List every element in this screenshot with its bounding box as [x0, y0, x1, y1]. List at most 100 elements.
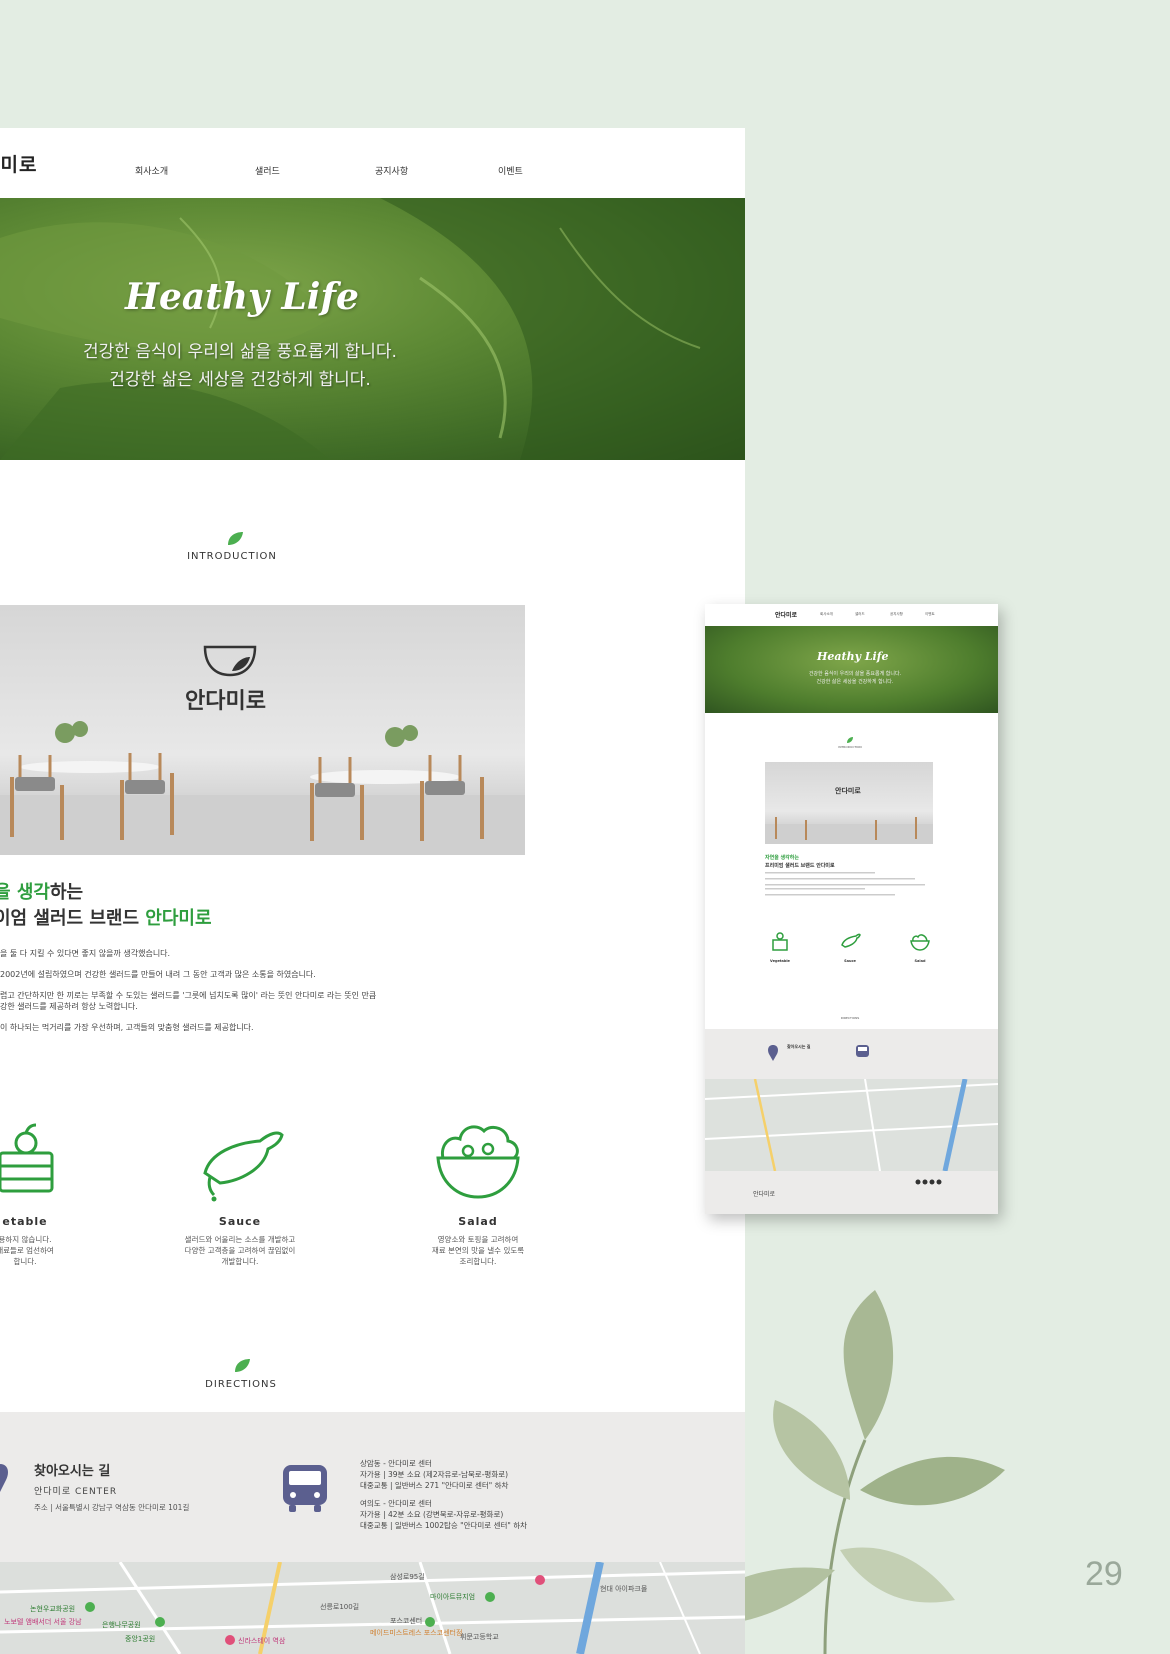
route-line: 자가용 | 39분 소요 (제2자유로-남북로-평화로) [360, 1470, 509, 1479]
intro-paragraph-3b: 강한 샐러드를 제공하려 항상 노력합니다. [0, 1002, 138, 1011]
directions-title: 찾아오시는 길 [34, 1464, 111, 1479]
social-icons[interactable] [915, 1179, 945, 1185]
small-hero-line: 건강한 삶은 세상을 건강하게 합니다. [816, 679, 894, 685]
small-intro-text-lines [765, 872, 925, 896]
vegetable-crate-icon [0, 1123, 54, 1193]
hero-banner: Heathy Life 건강한 음식이 우리의 삶을 풍요롭게 합니다. 건강한… [0, 198, 745, 460]
intro-paragraph-4: 이 하나되는 먹거리를 가장 우선하며, 고객들의 맞춤형 샐러드를 제공합니다… [0, 1023, 254, 1032]
desc-line: 다양한 고객층을 고려하여 끊임없이 [184, 1246, 296, 1255]
small-map[interactable] [705, 1079, 998, 1171]
bus-icon [856, 1045, 869, 1057]
route-yeouido: 여의도 - 안다미로 센터 자가용 | 42분 소요 (강변북로-자유로-평화로… [360, 1498, 527, 1531]
desc-line: 용하지 않습니다. [0, 1235, 52, 1244]
location-pin-icon [768, 1045, 778, 1061]
nav-item-company[interactable]: 회사소개 [135, 164, 168, 177]
map-label: 선릉로100길 [320, 1603, 360, 1611]
map-label: 마이아트뮤지엄 [430, 1593, 476, 1601]
nav-item-salad[interactable]: 샐러드 [255, 164, 280, 177]
top-nav: 다미로 회사소개 샐러드 공지사항 이벤트 [0, 128, 745, 198]
small-footer-logo: 안다미로 [753, 1191, 776, 1198]
map-label: 은행나무공원 [102, 1621, 141, 1629]
desc-line: 재료 본연의 맛을 낼수 있도록 [431, 1246, 525, 1255]
route-line: 자가용 | 42분 소요 (강변북로-자유로-평화로) [360, 1510, 504, 1519]
vegetable-crate-icon [772, 932, 788, 951]
bus-icon [283, 1465, 327, 1512]
small-hero-line: 건강한 음식이 우리의 삶을 풍요롭게 합니다. [808, 671, 902, 677]
small-nav-item[interactable]: 회사소개 [820, 612, 833, 617]
nav-item-notice[interactable]: 공지사항 [375, 164, 408, 177]
section-label-directions: DIRECTIONS [205, 1379, 277, 1390]
small-nav: 안다미로 회사소개 샐러드 공지사항 이벤트 [705, 604, 998, 626]
feature-name: Salad [458, 1215, 498, 1228]
intro-paragraph-1: 을 둘 다 지킬 수 있다면 좋지 않을까 생각했습니다. [0, 949, 171, 958]
leaf-icon [228, 532, 243, 545]
intro-paragraph-2: 2002년에 설립하였으며 건강한 샐러드를 만들어 내려 그 동안 고객과 많… [0, 970, 316, 979]
leaf-icon [847, 737, 853, 743]
nav-item-event[interactable]: 이벤트 [498, 164, 523, 177]
small-heading-line: 프리미엄 샐러드 브랜드 안다미로 [765, 863, 835, 869]
small-feature-name: Salad [914, 959, 926, 963]
small-nav-item[interactable]: 공지사항 [890, 612, 903, 617]
small-map-streets [705, 1079, 998, 1171]
route-line: 상암동 - 안다미로 센터 [360, 1459, 432, 1468]
salad-bowl-icon [436, 1125, 520, 1199]
hero-title: Heathy Life [125, 276, 359, 318]
cafe-interior-image: 안다미로 [0, 605, 525, 855]
site-logo[interactable]: 다미로 [0, 150, 37, 177]
desc-line: 영양소와 토핑을 고려하여 [437, 1235, 519, 1244]
small-nav-item[interactable]: 이벤트 [925, 612, 935, 617]
map-label: 논현우교화공원 [30, 1605, 76, 1613]
map-label: 삼성로95길 [390, 1573, 425, 1581]
desc-line: 조리합니다. [459, 1257, 497, 1266]
section-label-introduction: INTRODUCTION [187, 551, 277, 562]
feature-name: Sauce [218, 1215, 262, 1228]
small-feature-name: Sauce [844, 959, 856, 963]
feature-vegetable: etable 용하지 않습니다. 재료들로 엄선하여 합니다. [0, 1113, 105, 1267]
feature-name: etable [2, 1215, 48, 1228]
feature-desc: 용하지 않습니다. 재료들로 엄선하여 합니다. [0, 1234, 105, 1267]
lettuce-image [0, 198, 745, 460]
small-directions-band: 찾아오시는 길 [705, 1029, 998, 1079]
map-label: 노보텔 앰배서더 서울 강남 [4, 1618, 82, 1626]
hero-line-1: 건강한 음식이 우리의 삶을 풍요롭게 합니다. [83, 342, 397, 362]
small-directions-label: DIRECTIONS [840, 1016, 860, 1020]
hero-subtitle: 건강한 음식이 우리의 삶을 풍요롭게 합니다. 건강한 삶은 세상을 건강하게… [0, 338, 480, 394]
small-nav-item[interactable]: 샐러드 [855, 612, 865, 617]
feature-sauce: Sauce 샐러드와 어울리는 소스를 개발하고 다양한 고객층을 고려하여 끊… [160, 1113, 320, 1267]
map-label: 신라스테이 역삼 [238, 1637, 286, 1645]
feature-desc: 샐러드와 어울리는 소스를 개발하고 다양한 고객층을 고려하여 끊임없이 개발… [160, 1234, 320, 1267]
intro-heading-rest-2: 이엄 샐러드 브랜드 [0, 908, 146, 929]
small-hero: Heathy Life 건강한 음식이 우리의 삶을 풍요롭게 합니다. 건강한… [705, 626, 998, 713]
desc-line: 샐러드와 어울리는 소스를 개발하고 [184, 1235, 296, 1244]
map-label: 휘문고등학교 [460, 1633, 499, 1641]
cafe-wall-logo: 안다미로 [185, 689, 266, 714]
small-logo[interactable]: 안다미로 [775, 610, 797, 619]
map[interactable]: 논현우교화공원 은행나무공원 노보텔 앰배서더 서울 강남 중앙1공원 신라스테… [0, 1562, 745, 1654]
hero-line-2: 건강한 삶은 세상을 건강하게 합니다. [109, 370, 371, 390]
small-cafe-image: 안다미로 [765, 762, 933, 844]
feature-salad: Salad 영양소와 토핑을 고려하여 재료 본연의 맛을 낼수 있도록 조리합… [398, 1113, 558, 1267]
small-intro-heading: 자연을 생각하는 프리미엄 샐러드 브랜드 안다미로 [765, 854, 835, 870]
small-heading-line: 자연을 생각하는 [765, 855, 799, 861]
website-mockup-small: 안다미로 회사소개 샐러드 공지사항 이벤트 Heathy Life 건강한 음… [705, 604, 998, 1214]
directions-address: 주소 | 서울특별시 강남구 역삼동 안다미로 101길 [34, 1503, 190, 1512]
location-pin-icon [0, 1464, 8, 1492]
sauce-boat-icon [841, 933, 861, 948]
route-line: 대중교통 | 일반버스 1002탑승 "안다미로 센터" 하차 [360, 1521, 528, 1530]
small-cafe-logo: 안다미로 [835, 787, 861, 795]
small-feature-name: Vegetable [770, 959, 790, 963]
intro-heading-green-1: 을 생각 [0, 882, 50, 903]
cafe-illustration [0, 645, 525, 855]
desc-line: 재료들로 엄선하여 [0, 1246, 54, 1255]
salad-bowl-icon [910, 934, 930, 951]
small-directions-title: 찾아오시는 길 [787, 1044, 811, 1049]
route-line: 대중교통 | 일반버스 271 "안다미로 센터" 하차 [360, 1481, 509, 1490]
feature-desc: 영양소와 토핑을 고려하여 재료 본연의 맛을 낼수 있도록 조리합니다. [398, 1234, 558, 1267]
route-sangam: 상암동 - 안다미로 센터 자가용 | 39분 소요 (제2자유로-남북로-평화… [360, 1458, 508, 1491]
small-intro-label: INTRODUCTION [838, 745, 862, 749]
small-footer: 안다미로 [705, 1171, 998, 1214]
route-line: 여의도 - 안다미로 센터 [360, 1499, 432, 1508]
small-feature-salad: Salad [890, 929, 950, 963]
sauce-boat-icon [203, 1131, 284, 1202]
desc-line: 개발합니다. [221, 1257, 259, 1266]
